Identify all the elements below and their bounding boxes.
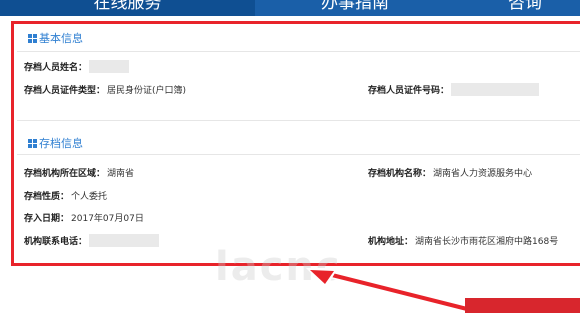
field-id-type: 存档人员证件类型： 居民身份证(户口簿) <box>24 83 186 96</box>
arrow-icon <box>306 268 479 313</box>
region-value: 湖南省 <box>107 169 135 179</box>
grid-icon <box>28 138 37 148</box>
address-value: 湖南省长沙市雨花区湘府中路168号 <box>415 237 559 247</box>
address-label: 机构地址： <box>368 237 414 247</box>
id-type-value: 居民身份证(户口簿) <box>107 86 187 96</box>
field-person-name: 存档人员姓名： <box>24 60 130 73</box>
divider <box>17 154 580 155</box>
cropped-red-block <box>465 298 580 313</box>
org-name-label: 存档机构名称： <box>368 169 432 179</box>
top-nav-bar: 在线服务 办事指南 咨询 <box>0 0 580 16</box>
redacted-phone <box>89 234 160 247</box>
redacted-id-number <box>451 83 540 96</box>
field-org-phone: 机构联系电话： <box>24 234 160 247</box>
org-name-value: 湖南省人力资源服务中心 <box>433 169 533 179</box>
grid-icon <box>28 33 37 43</box>
phone-label: 机构联系电话： <box>24 237 88 247</box>
field-id-number: 存档人员证件号码： <box>368 83 540 96</box>
field-org-region: 存档机构所在区域： 湖南省 <box>24 166 134 179</box>
field-archive-nature: 存档性质： 个人委托 <box>24 189 107 202</box>
nature-label: 存档性质： <box>24 192 70 202</box>
highlight-frame <box>11 21 580 266</box>
archive-info-title: 存档信息 <box>39 137 83 150</box>
field-org-name: 存档机构名称： 湖南省人力资源服务中心 <box>368 166 532 179</box>
tab-guide[interactable]: 办事指南 <box>255 0 455 16</box>
basic-info-title: 基本信息 <box>39 32 83 45</box>
date-label: 存入日期： <box>24 214 70 224</box>
name-label: 存档人员姓名： <box>24 63 88 73</box>
divider <box>17 120 580 121</box>
tab-online-service[interactable]: 在线服务 <box>0 0 255 16</box>
date-value: 2017年07月07日 <box>71 214 144 224</box>
id-number-label: 存档人员证件号码： <box>368 86 450 96</box>
basic-info-heading: 基本信息 <box>28 30 83 46</box>
tab-consult[interactable]: 咨询 <box>455 0 580 16</box>
field-org-address: 机构地址： 湖南省长沙市雨花区湘府中路168号 <box>368 234 558 247</box>
field-deposit-date: 存入日期： 2017年07月07日 <box>24 211 144 224</box>
divider <box>17 51 580 52</box>
archive-info-heading: 存档信息 <box>28 135 83 151</box>
redacted-name <box>89 60 130 73</box>
region-label: 存档机构所在区域： <box>24 169 106 179</box>
nature-value: 个人委托 <box>71 192 108 202</box>
id-type-label: 存档人员证件类型： <box>24 86 106 96</box>
